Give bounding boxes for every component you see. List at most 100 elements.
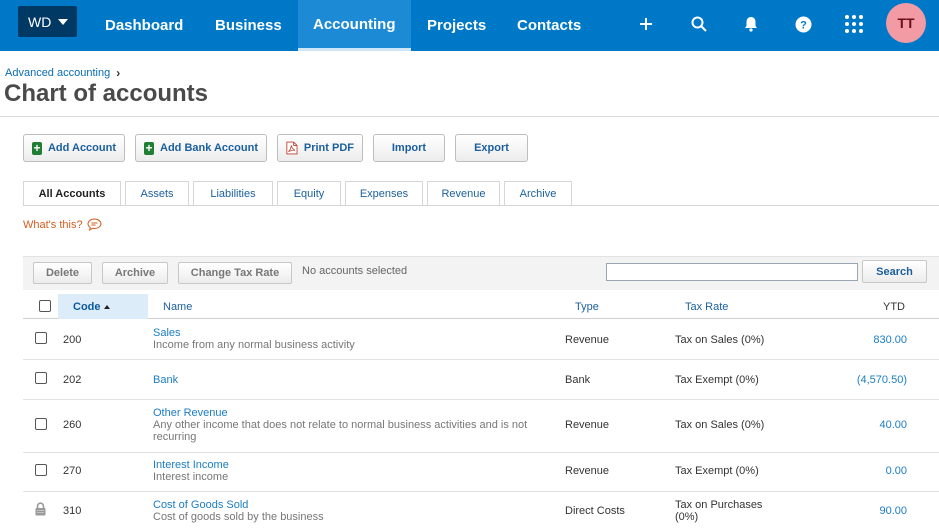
column-tax-rate[interactable]: Tax Rate	[685, 301, 728, 313]
account-type: Revenue	[565, 419, 610, 431]
account-name-link[interactable]: Bank	[153, 374, 553, 386]
account-type: Revenue	[565, 334, 610, 346]
org-switcher-button[interactable]: WD	[18, 6, 77, 37]
account-name-link[interactable]: Other Revenue	[153, 407, 548, 419]
account-tabs: All Accounts Assets Liabilities Equity E…	[23, 181, 576, 205]
account-code: 310	[63, 505, 82, 517]
account-type: Bank	[565, 374, 591, 386]
row-checkbox[interactable]	[35, 464, 47, 476]
row-checkbox[interactable]	[35, 418, 47, 430]
import-button[interactable]: Import	[373, 134, 445, 162]
change-tax-rate-button[interactable]: Change Tax Rate	[178, 262, 292, 284]
column-type[interactable]: Type	[575, 301, 599, 313]
lock-icon	[35, 502, 46, 516]
account-description: Cost of goods sold by the business	[153, 511, 324, 523]
account-name-cell: Sales Income from any normal business ac…	[153, 327, 553, 351]
table-row[interactable]: 310 Cost of Goods Sold Cost of goods sol…	[23, 492, 939, 531]
select-all-checkbox[interactable]	[39, 300, 51, 312]
tab-assets[interactable]: Assets	[125, 181, 189, 205]
account-description: Interest income	[153, 471, 229, 483]
selection-status: No accounts selected	[302, 265, 408, 277]
account-name-link[interactable]: Cost of Goods Sold	[153, 499, 553, 511]
account-tax-rate: Tax on Purchases (0%)	[675, 499, 763, 523]
tab-revenue[interactable]: Revenue	[427, 181, 500, 205]
pdf-icon	[286, 141, 298, 155]
caret-down-icon	[58, 18, 69, 25]
search-icon[interactable]	[687, 12, 711, 36]
account-name-link[interactable]: Sales	[153, 327, 553, 339]
table-row[interactable]: 202 Bank Bank Tax Exempt (0%) (4,570.50)	[23, 360, 939, 400]
column-code[interactable]: Code	[73, 301, 110, 313]
plus-box-icon: +	[144, 140, 154, 155]
account-ytd-link[interactable]: 0.00	[787, 465, 907, 477]
tab-expenses[interactable]: Expenses	[345, 181, 423, 205]
whats-this-link[interactable]: What's this?	[23, 218, 102, 231]
add-account-label: Add Account	[47, 142, 116, 154]
account-tax-rate: Tax Exempt (0%)	[675, 374, 759, 386]
sort-ascending-icon	[103, 305, 110, 310]
account-name-link[interactable]: Interest Income	[153, 459, 553, 471]
column-code-label: Code	[73, 301, 101, 313]
export-button[interactable]: Export	[455, 134, 528, 162]
table-row[interactable]: 200 Sales Income from any normal busines…	[23, 320, 939, 360]
row-checkbox[interactable]	[35, 332, 47, 344]
apps-grid-icon[interactable]	[842, 12, 866, 36]
account-type: Direct Costs	[565, 505, 625, 517]
account-name-cell: Cost of Goods Sold Cost of goods sold by…	[153, 499, 553, 523]
table-row[interactable]: 260 Other Revenue Any other income that …	[23, 400, 939, 453]
chevron-right-icon: ›	[116, 66, 121, 80]
column-name[interactable]: Name	[163, 301, 192, 313]
tab-liabilities[interactable]: Liabilities	[193, 181, 273, 205]
account-name-cell: Interest Income Interest income	[153, 459, 553, 483]
row-checkbox[interactable]	[35, 372, 47, 384]
search-input[interactable]	[606, 263, 858, 281]
nav-contacts[interactable]: Contacts	[517, 0, 581, 51]
whats-this-label: What's this?	[23, 218, 83, 231]
table-header: Code Name Type Tax Rate YTD	[23, 294, 939, 319]
account-tax-rate: Tax on Sales (0%)	[675, 334, 765, 346]
tab-archive[interactable]: Archive	[504, 181, 572, 205]
nav-accounting[interactable]: Accounting	[298, 0, 411, 51]
add-bank-account-label: Add Bank Account	[160, 142, 258, 154]
breadcrumb-link[interactable]: Advanced accounting	[5, 67, 110, 79]
nav-dashboard[interactable]: Dashboard	[105, 0, 183, 51]
tab-equity[interactable]: Equity	[277, 181, 341, 205]
org-name: WD	[28, 13, 52, 30]
account-type: Revenue	[565, 465, 610, 477]
account-ytd-link[interactable]: 830.00	[787, 334, 907, 346]
account-name-cell: Other Revenue Any other income that does…	[153, 407, 548, 443]
nav-business[interactable]: Business	[215, 0, 282, 51]
top-nav: WD Dashboard Business Accounting Project…	[0, 0, 939, 51]
account-code: 200	[63, 334, 82, 346]
account-code: 270	[63, 465, 82, 477]
search-button[interactable]: Search	[862, 260, 927, 283]
account-description: Income from any normal business activity	[153, 339, 355, 351]
header-divider	[0, 116, 939, 117]
account-tax-rate: Tax on Sales (0%)	[675, 419, 765, 431]
plus-icon[interactable]	[634, 12, 658, 36]
table-row[interactable]: 270 Interest Income Interest income Reve…	[23, 453, 939, 492]
nav-projects[interactable]: Projects	[427, 0, 486, 51]
account-ytd-link[interactable]: 90.00	[787, 505, 907, 517]
help-icon[interactable]: ?	[791, 12, 815, 36]
print-pdf-label: Print PDF	[303, 142, 354, 154]
svg-text:?: ?	[800, 19, 807, 31]
user-avatar[interactable]: TT	[886, 3, 926, 43]
bell-icon[interactable]	[739, 12, 763, 36]
account-code: 260	[63, 419, 82, 431]
plus-box-icon: +	[32, 140, 42, 155]
page-title: Chart of accounts	[4, 80, 209, 107]
account-ytd-link[interactable]: 40.00	[787, 419, 907, 431]
account-ytd-link[interactable]: (4,570.50)	[787, 374, 907, 386]
tab-all-accounts[interactable]: All Accounts	[23, 181, 121, 205]
account-code: 202	[63, 374, 82, 386]
account-tax-rate: Tax Exempt (0%)	[675, 465, 759, 477]
column-ytd[interactable]: YTD	[883, 301, 905, 313]
speech-bubble-icon	[87, 218, 102, 231]
account-description: Any other income that does not relate to…	[153, 419, 528, 443]
archive-button[interactable]: Archive	[102, 262, 168, 284]
add-account-button[interactable]: + Add Account	[23, 134, 125, 162]
delete-button[interactable]: Delete	[33, 262, 92, 284]
print-pdf-button[interactable]: Print PDF	[277, 134, 363, 162]
add-bank-account-button[interactable]: + Add Bank Account	[135, 134, 267, 162]
